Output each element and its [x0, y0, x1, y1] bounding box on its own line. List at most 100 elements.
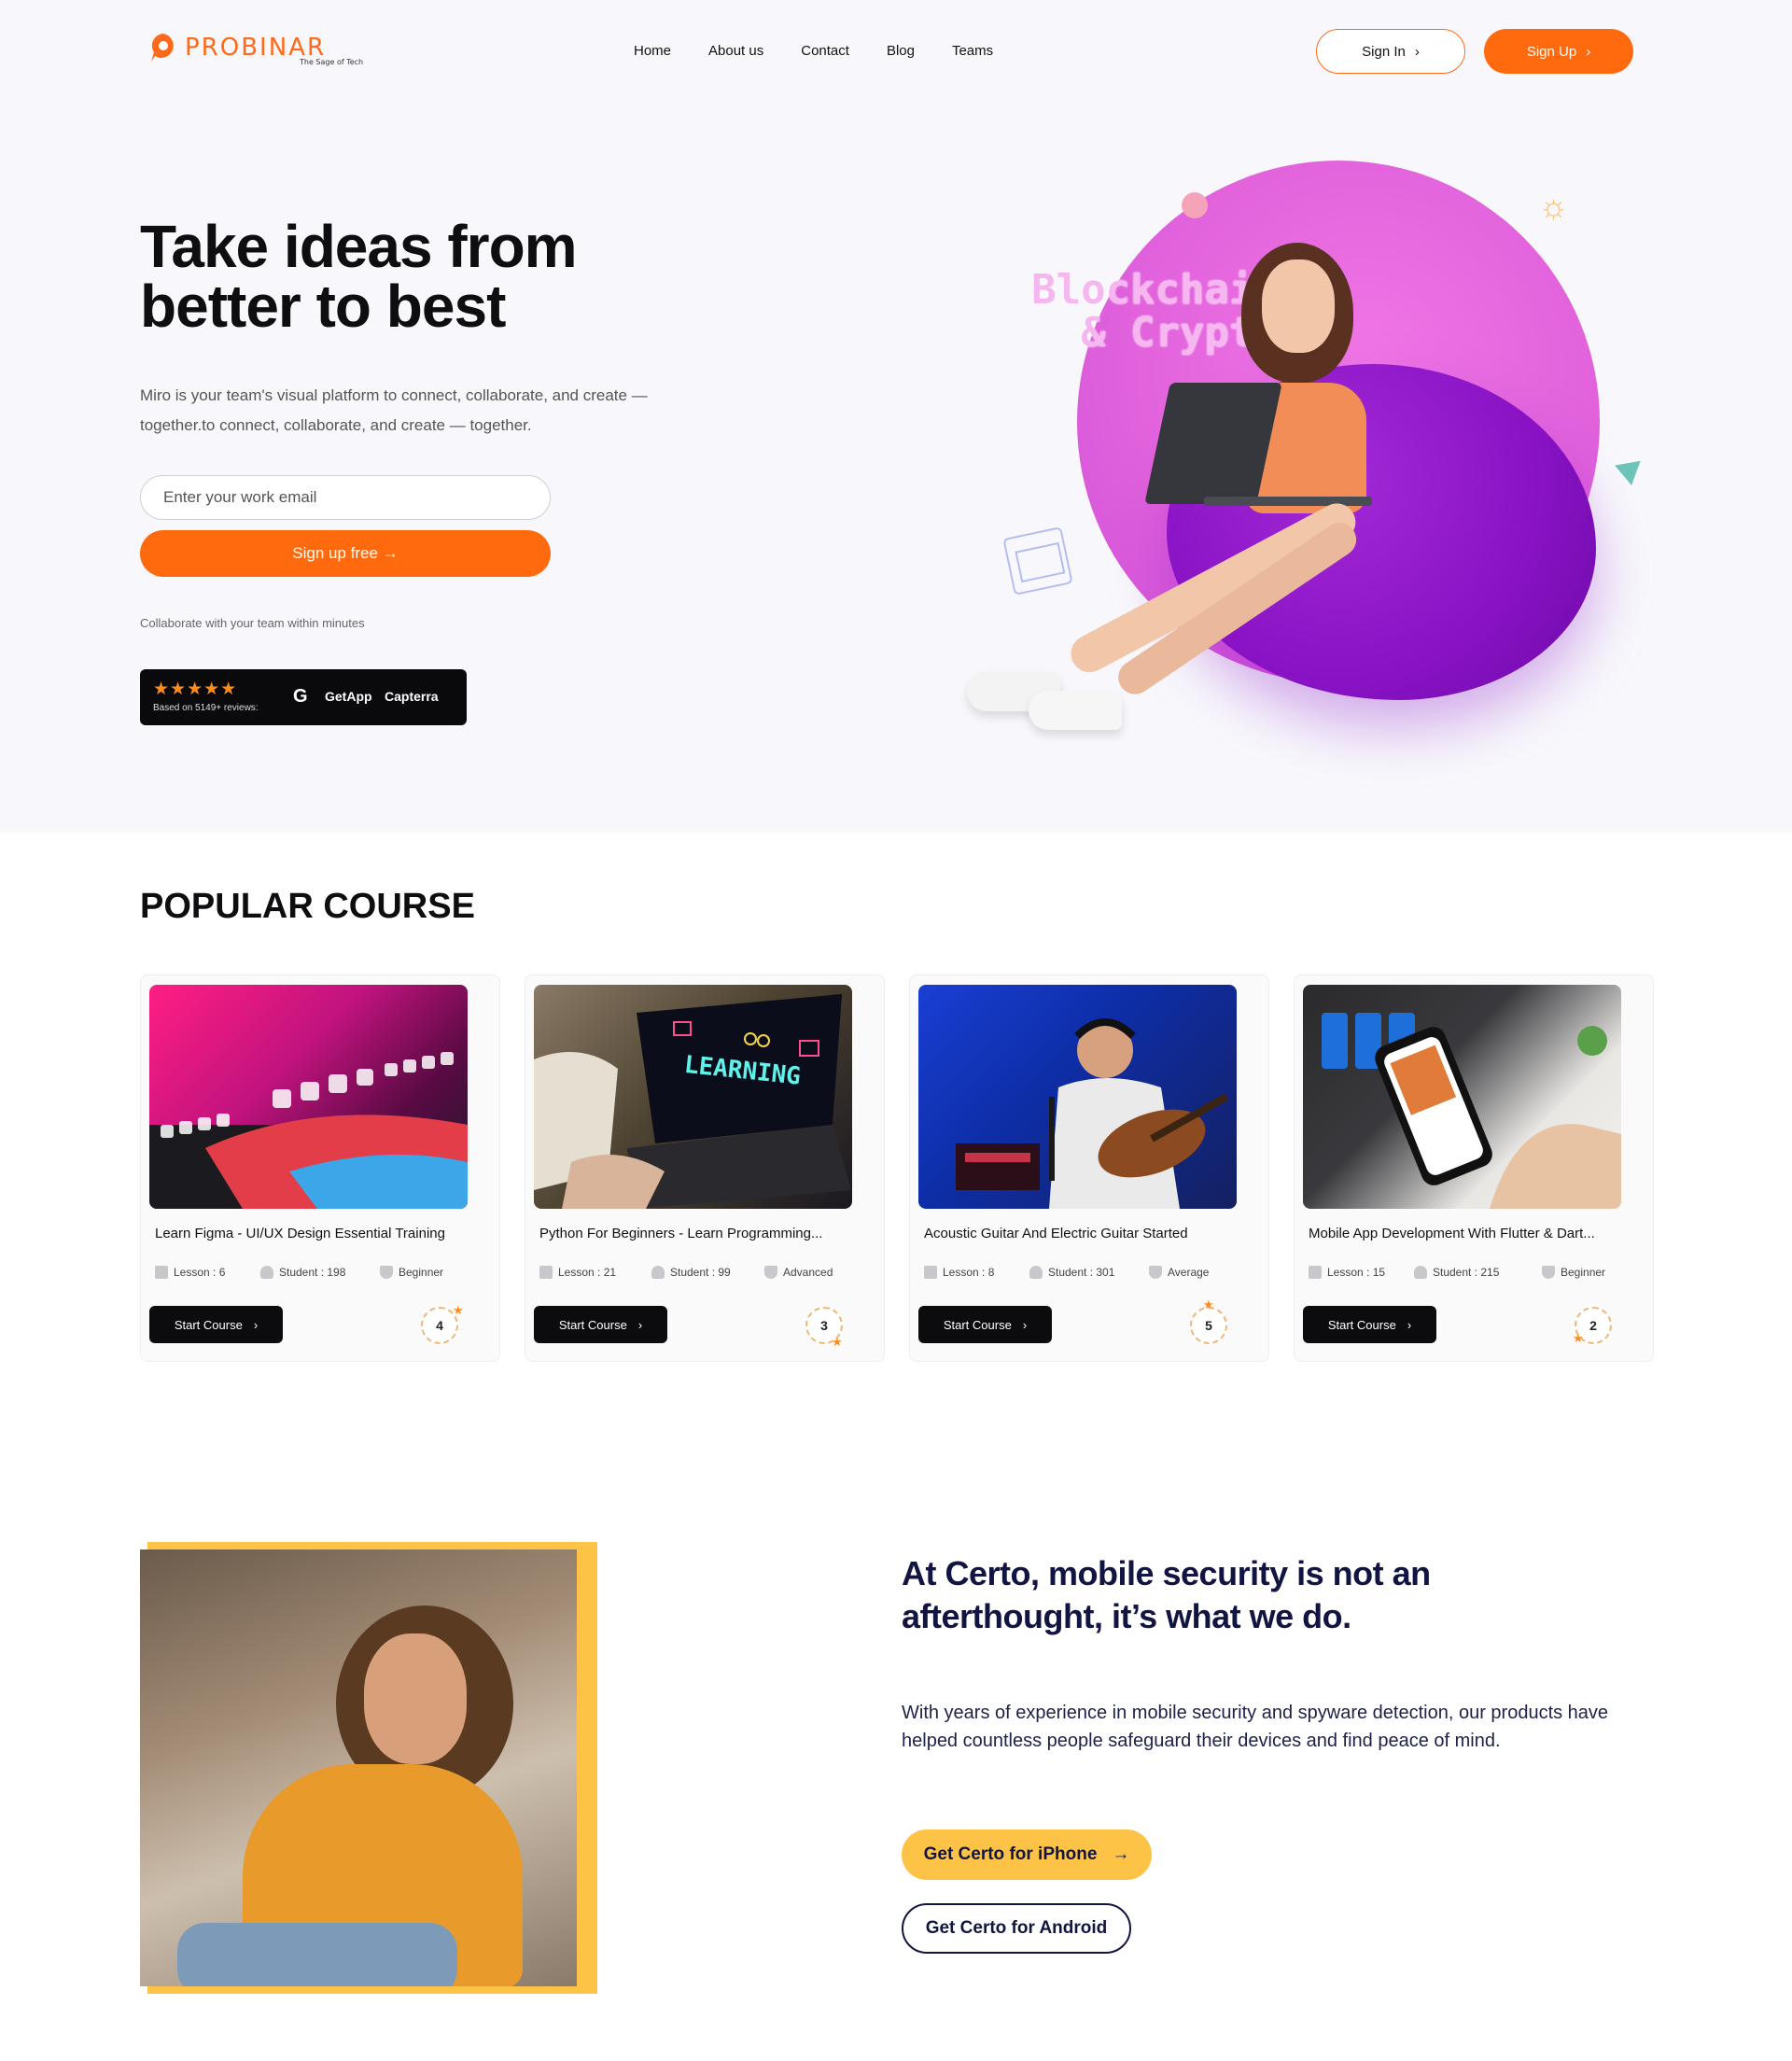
hero-title: Take ideas from better to best	[140, 213, 578, 340]
student-label: Student : 99	[670, 1266, 731, 1279]
nav-blog[interactable]: Blog	[887, 43, 915, 59]
student-count: Student : 215	[1414, 1266, 1499, 1279]
reviews-badge: ★★★★★ Based on 5149+ reviews: G GetApp C…	[140, 669, 467, 725]
chevron-right-icon: ›	[1022, 1317, 1028, 1332]
rating-value: 2	[1589, 1318, 1597, 1333]
level-badge: Beginner	[380, 1266, 443, 1279]
logo-text: PROBINAR The Sage of Tech	[185, 34, 363, 66]
rating-stars-icon: ★★★★★	[153, 680, 238, 699]
lesson-label: Lesson : 21	[558, 1266, 617, 1279]
lesson-count: Lesson : 8	[924, 1266, 994, 1279]
start-course-label: Start Course	[1327, 1317, 1396, 1332]
level-badge: Advanced	[764, 1266, 833, 1279]
course-thumbnail: LEARNING	[534, 985, 852, 1209]
user-icon	[260, 1266, 273, 1279]
chevron-right-icon: ›	[1407, 1317, 1412, 1332]
start-course-label: Start Course	[174, 1317, 243, 1332]
student-count: Student : 198	[260, 1266, 345, 1279]
lesson-count: Lesson : 6	[155, 1266, 225, 1279]
nav-home[interactable]: Home	[634, 43, 671, 59]
student-label: Student : 301	[1048, 1266, 1115, 1279]
student-count: Student : 99	[651, 1266, 731, 1279]
book-icon	[539, 1266, 553, 1279]
rating-value: 3	[820, 1318, 828, 1333]
nav-teams[interactable]: Teams	[952, 43, 993, 59]
course-title[interactable]: Learn Figma - UI/UX Design Essential Tra…	[155, 1226, 477, 1241]
start-course-button[interactable]: Start Course ›	[918, 1306, 1052, 1343]
level-label: Advanced	[783, 1266, 833, 1279]
course-card[interactable]: Learn Figma - UI/UX Design Essential Tra…	[140, 974, 500, 1362]
start-course-button[interactable]: Start Course ›	[149, 1306, 283, 1343]
blockchain-crypto-text: Blockchain & Crypto	[1031, 266, 1279, 357]
course-card[interactable]: LEARNING Python For Beginners - Learn Pr…	[525, 974, 885, 1362]
logo[interactable]: PROBINAR The Sage of Tech	[149, 32, 363, 66]
book-icon	[924, 1266, 937, 1279]
rating-value: 5	[1205, 1318, 1212, 1333]
start-course-label: Start Course	[558, 1317, 627, 1332]
course-card[interactable]: Mobile App Development With Flutter & Da…	[1294, 974, 1654, 1362]
course-title[interactable]: Acoustic Guitar And Electric Guitar Star…	[924, 1226, 1246, 1241]
popular-course-title: POPULAR COURSE	[140, 887, 475, 926]
star-icon: ★	[1573, 1331, 1584, 1345]
logo-icon	[149, 32, 177, 63]
trophy-icon	[380, 1266, 393, 1279]
capterra-label: Capterra	[385, 689, 439, 704]
start-course-button[interactable]: Start Course ›	[1303, 1306, 1436, 1343]
level-badge: Average	[1149, 1266, 1209, 1279]
get-certo-android-button[interactable]: Get Certo for Android	[902, 1903, 1131, 1954]
hero-illustration: Blockchain & Crypto ☼	[933, 140, 1736, 831]
start-course-button[interactable]: Start Course ›	[534, 1306, 667, 1343]
user-icon	[1029, 1266, 1043, 1279]
trophy-icon	[764, 1266, 777, 1279]
student-label: Student : 198	[279, 1266, 346, 1279]
sign-in-label: Sign In	[1362, 43, 1406, 60]
chevron-right-icon: ›	[253, 1317, 259, 1332]
get-certo-iphone-button[interactable]: Get Certo for iPhone →	[902, 1830, 1152, 1880]
person-face	[364, 1633, 467, 1764]
email-input[interactable]	[140, 475, 551, 520]
course-title[interactable]: Python For Beginners - Learn Programming…	[539, 1226, 861, 1241]
trophy-icon	[1542, 1266, 1555, 1279]
user-icon	[1414, 1266, 1427, 1279]
sign-in-button[interactable]: Sign In ›	[1316, 29, 1465, 74]
nav-contact[interactable]: Contact	[801, 43, 849, 59]
page: PROBINAR The Sage of Tech Home About us …	[0, 0, 1792, 2061]
level-label: Average	[1168, 1266, 1210, 1279]
chevron-right-icon: ›	[1414, 43, 1420, 60]
level-badge: Beginner	[1542, 1266, 1605, 1279]
certo-photo	[140, 1549, 577, 1986]
level-label: Beginner	[399, 1266, 444, 1279]
reviews-count: Based on 5149+ reviews:	[153, 703, 259, 713]
sign-up-button[interactable]: Sign Up ›	[1484, 29, 1633, 74]
book-icon	[1309, 1266, 1322, 1279]
arrow-right-icon: →	[1112, 1844, 1130, 1864]
chevron-right-icon: ›	[637, 1317, 643, 1332]
person-face	[1262, 259, 1335, 353]
level-label: Beginner	[1561, 1266, 1606, 1279]
lightbulb-icon: ☼	[1538, 187, 1569, 225]
user-icon	[651, 1266, 665, 1279]
course-thumbnail	[149, 985, 468, 1209]
book-icon	[155, 1266, 168, 1279]
lesson-label: Lesson : 15	[1327, 1266, 1386, 1279]
brand-tagline: The Sage of Tech	[300, 58, 364, 66]
sign-up-label: Sign Up	[1526, 43, 1577, 60]
course-card[interactable]: Acoustic Guitar And Electric Guitar Star…	[909, 974, 1269, 1362]
lesson-count: Lesson : 15	[1309, 1266, 1385, 1279]
star-icon: ★	[453, 1303, 464, 1317]
sneaker	[1029, 691, 1122, 730]
sign-up-free-button[interactable]: Sign up free →	[140, 530, 551, 577]
rating-badge: 5	[1190, 1307, 1227, 1344]
course-thumbnail	[1303, 985, 1621, 1209]
getapp-label: GetApp	[325, 689, 372, 704]
star-icon: ★	[832, 1335, 843, 1349]
course-title[interactable]: Mobile App Development With Flutter & Da…	[1309, 1226, 1631, 1241]
get-certo-iphone-label: Get Certo for iPhone	[923, 1844, 1098, 1864]
start-course-label: Start Course	[943, 1317, 1012, 1332]
collaborate-note: Collaborate with your team within minute…	[140, 616, 365, 630]
student-label: Student : 215	[1433, 1266, 1500, 1279]
get-certo-android-label: Get Certo for Android	[925, 1918, 1108, 1938]
g2-icon: G	[293, 686, 308, 707]
nav-about[interactable]: About us	[708, 43, 763, 59]
lesson-label: Lesson : 6	[174, 1266, 226, 1279]
